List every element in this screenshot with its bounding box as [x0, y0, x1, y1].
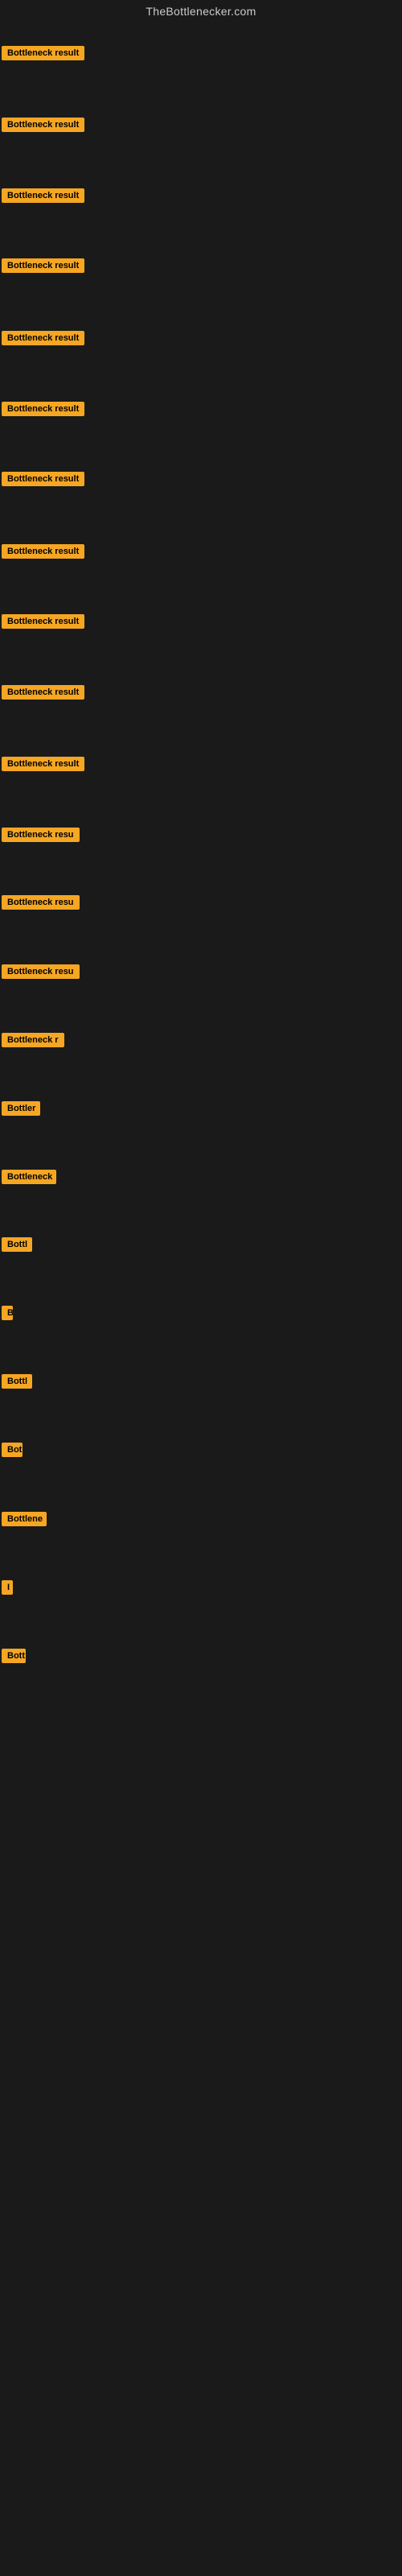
- bottleneck-badge-row: Bottleneck result: [2, 472, 84, 490]
- bottleneck-badge: Bottleneck result: [2, 331, 84, 345]
- bottleneck-badge: Bottl: [2, 1237, 32, 1252]
- bottleneck-badge: Bottleneck result: [2, 472, 84, 486]
- bottleneck-badge-row: I: [2, 1580, 13, 1599]
- bottleneck-badge-row: Bottleneck resu: [2, 895, 80, 914]
- bottleneck-badge-row: Bottlene: [2, 1512, 47, 1530]
- bottleneck-badge-row: Bottleneck resu: [2, 828, 80, 846]
- bottleneck-badge: I: [2, 1580, 13, 1595]
- bottleneck-badge-row: Bottler: [2, 1101, 40, 1120]
- bottleneck-badge: Bottleneck result: [2, 544, 84, 559]
- bottleneck-badge-row: Bottl: [2, 1374, 32, 1393]
- bottleneck-badge-row: Bottleneck resu: [2, 964, 80, 983]
- bottleneck-badge: Bottleneck resu: [2, 964, 80, 979]
- bottleneck-badge: Bottleneck result: [2, 258, 84, 273]
- bottleneck-badge: Bottler: [2, 1101, 40, 1116]
- bottleneck-badge-row: Bottleneck result: [2, 544, 84, 563]
- bottleneck-badge-row: B: [2, 1306, 13, 1324]
- bottleneck-badge-row: Bottleneck result: [2, 685, 84, 704]
- bottleneck-badge: Bottleneck result: [2, 188, 84, 203]
- bottleneck-badge: Bott: [2, 1649, 26, 1663]
- bottleneck-badge: Bottleneck result: [2, 118, 84, 132]
- bottleneck-badge: Bottleneck: [2, 1170, 56, 1184]
- bottleneck-badge: Bottleneck result: [2, 685, 84, 700]
- bottleneck-badge-row: Bottleneck result: [2, 46, 84, 64]
- bottleneck-badge-row: Bottleneck result: [2, 118, 84, 136]
- bottleneck-badge: Bottleneck r: [2, 1033, 64, 1047]
- bottleneck-badge: B: [2, 1306, 13, 1320]
- bottleneck-badge: Bottleneck resu: [2, 895, 80, 910]
- bottleneck-badge: Bottleneck result: [2, 402, 84, 416]
- bottleneck-badge-row: Bottleneck r: [2, 1033, 64, 1051]
- bottleneck-badge: Bottleneck resu: [2, 828, 80, 842]
- bottleneck-badge-row: Bottleneck result: [2, 258, 84, 277]
- page-container: TheBottlenecker.com Bottleneck result Bot…: [0, 0, 402, 2576]
- bottleneck-badge-row: Bottleneck result: [2, 402, 84, 420]
- bottleneck-badge: Bottleneck result: [2, 614, 84, 629]
- site-title: TheBottlenecker.com: [0, 0, 402, 21]
- bottleneck-badge-row: Bottleneck result: [2, 188, 84, 207]
- bottleneck-badge-row: Bott: [2, 1649, 26, 1667]
- bottleneck-badge: Bottlene: [2, 1512, 47, 1526]
- bottleneck-badge-row: Bottleneck result: [2, 614, 84, 633]
- bottleneck-badge: Bottleneck result: [2, 46, 84, 60]
- bottleneck-badge-row: Bottleneck result: [2, 331, 84, 349]
- bottleneck-badge-row: Bottleneck result: [2, 757, 84, 775]
- bottleneck-badge: Bot: [2, 1443, 23, 1457]
- bottleneck-badge-row: Bot: [2, 1443, 23, 1461]
- bottleneck-badge: Bottleneck result: [2, 757, 84, 771]
- bottleneck-badge-row: Bottl: [2, 1237, 32, 1256]
- bottleneck-badge: Bottl: [2, 1374, 32, 1389]
- bottleneck-badge-row: Bottleneck: [2, 1170, 56, 1188]
